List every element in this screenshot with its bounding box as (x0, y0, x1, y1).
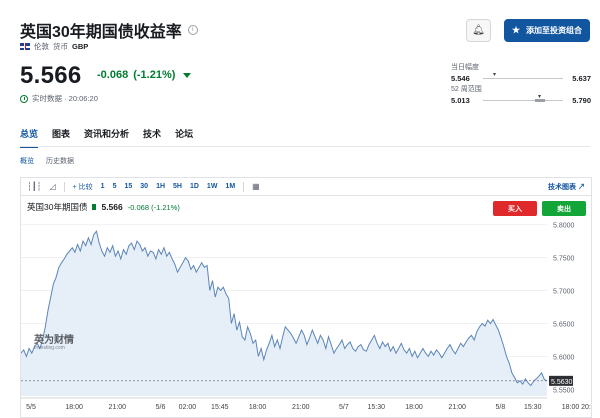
x-tick-label: 21:00 (292, 404, 310, 411)
x-tick-label: 21:00 (448, 404, 466, 411)
x-tick-label: 02:00 (179, 404, 197, 411)
chart-header: 英国30年期国债 5.566 -0.068 (-1.21%) (27, 201, 180, 213)
candlestick-icon[interactable]: ┆┃┆ (27, 182, 41, 191)
info-icon[interactable]: i (187, 25, 198, 35)
day-range: 当日幅度 5.546 5.637 ▾ (451, 62, 591, 83)
area-fill (21, 231, 547, 396)
uk-flag-icon (20, 43, 30, 50)
chart-toolbar: ┆┃┆ ◿ + 比较 1 5 15 30 1H 5H 1D 1W 1M ▦ 技术… (20, 177, 592, 195)
tab-overview[interactable]: 总览 (20, 127, 39, 148)
x-tick-label: 15:30 (368, 404, 386, 411)
tabs-divider (20, 146, 590, 147)
area-chart-icon[interactable]: ◿ (49, 182, 55, 191)
week52-high: 5.790 (572, 96, 591, 105)
tab-forum[interactable]: 论坛 (175, 127, 193, 140)
chart-svg: 5.8000 5.7500 5.7000 5.6500 5.6000 5.55005.56… (21, 223, 591, 411)
day-low: 5.546 (451, 74, 470, 83)
chart-instrument-name: 英国30年期国债 (27, 202, 88, 212)
subtab-history[interactable]: 历史数据 (46, 156, 74, 166)
week52-range: 52 周范围 5.013 5.790 ▾ (451, 84, 591, 105)
tab-news[interactable]: 资讯和分析 (84, 127, 129, 140)
chart-last-value: 5.566 (101, 202, 123, 212)
tab-technical[interactable]: 技术 (143, 127, 161, 140)
calendar-icon[interactable]: ▦ (252, 182, 260, 191)
market-open-icon (92, 204, 97, 210)
realtime-status: 实时数据 · 20:06:20 (20, 93, 98, 104)
alert-button[interactable]: 🔔︎ (466, 19, 491, 42)
week52-range-bar (483, 99, 563, 102)
day-range-marker: ▾ (493, 72, 497, 78)
down-arrow-icon (183, 72, 192, 78)
y-tick-label: 5.7500 (553, 256, 575, 263)
buy-button[interactable]: 买入 (493, 201, 537, 216)
sell-button[interactable]: 卖出 (542, 201, 586, 216)
bell-plus-icon: 🔔︎ (472, 25, 485, 36)
timeframe-5h[interactable]: 5H (173, 183, 182, 190)
star-icon: ★ (511, 25, 521, 35)
x-tick-label: 18:00 (562, 404, 580, 411)
add-to-portfolio-button[interactable]: ★ 添加至投资组合 (504, 19, 590, 42)
page-title: 英国30年期国债收益率 i (20, 18, 198, 42)
week52-label: 52 周范围 (451, 86, 482, 93)
y-tick-label: 5.7000 (553, 289, 575, 296)
x-tick-label: 5/8 (495, 404, 505, 411)
x-tick-label: 18:00 (249, 404, 267, 411)
x-tick-label: 15:30 (524, 404, 542, 411)
subtab-summary[interactable]: 概览 (20, 156, 34, 166)
toolbar-divider (243, 181, 245, 192)
day-range-label: 当日幅度 (451, 64, 479, 71)
watermark-logo: 英为财情 Investing.com (34, 336, 74, 351)
x-tick-label: 15:45 (211, 404, 229, 411)
last-price-label: 5.5630 (551, 379, 573, 386)
day-range-bar (483, 78, 563, 79)
exchange-label: 伦敦 (34, 42, 49, 51)
tab-chart[interactable]: 图表 (52, 127, 70, 140)
timeframe-1w[interactable]: 1W (207, 183, 218, 190)
watermark-sub: Investing.com (34, 345, 65, 351)
x-tick-label: 18:00 (405, 404, 423, 411)
main-tabs: 总览 图表 资讯和分析 技术 论坛 (20, 127, 193, 148)
timeframe-1[interactable]: 1 (101, 183, 105, 190)
technical-chart-label: 技术图表 (548, 183, 577, 191)
realtime-text: 实时数据 · 20:06:20 (32, 94, 98, 103)
currency-label: 货币 (53, 42, 68, 51)
price-change: -0.068 (-1.21%) (97, 69, 192, 81)
timeframe-1d[interactable]: 1D (190, 183, 199, 190)
x-tick-label: 21:00 (109, 404, 127, 411)
currency-value: GBP (72, 42, 89, 51)
timeframe-30[interactable]: 30 (140, 183, 148, 190)
x-tick-label: 18:00 (65, 404, 83, 411)
x-tick-label: 5/7 (339, 404, 349, 411)
timeframe-5[interactable]: 5 (113, 183, 117, 190)
technical-chart-link[interactable]: 技术图表 ↗ (548, 182, 585, 192)
y-tick-label: 5.8000 (553, 223, 575, 230)
week52-range-marker: ▾ (538, 94, 542, 100)
add-to-portfolio-label: 添加至投资组合 (526, 26, 583, 35)
last-price: 5.566 (20, 62, 82, 89)
price-chart[interactable]: 5.8000 5.7500 5.7000 5.6500 5.6000 5.5500 5.56… (20, 195, 592, 418)
y-tick-label: 5.5500 (553, 387, 575, 394)
compare-button[interactable]: + 比较 (73, 182, 93, 192)
instrument-meta: 伦敦 货币 GBP (20, 41, 88, 52)
chart-change: -0.068 (-1.21%) (127, 202, 180, 212)
change-percent: (-1.21%) (133, 69, 176, 81)
y-tick-label: 5.6000 (553, 354, 575, 361)
x-tick-label: 5/6 (156, 404, 166, 411)
day-high: 5.637 (572, 74, 591, 83)
timeframe-1h[interactable]: 1H (156, 183, 165, 190)
week52-low: 5.013 (451, 96, 470, 105)
timeframe-1m[interactable]: 1M (225, 183, 235, 190)
sub-tabs: 概览 历史数据 (20, 156, 74, 166)
compare-label: 比较 (78, 183, 93, 191)
toolbar-divider (63, 181, 65, 192)
y-tick-label: 5.6500 (553, 321, 575, 328)
change-value: -0.068 (97, 69, 129, 81)
x-tick-label: 5/5 (26, 404, 36, 411)
timeframe-15[interactable]: 15 (124, 183, 132, 190)
x-tick-label: 20: (581, 404, 591, 411)
instrument-title: 英国30年期国债收益率 (20, 24, 182, 41)
clock-icon (20, 94, 28, 103)
